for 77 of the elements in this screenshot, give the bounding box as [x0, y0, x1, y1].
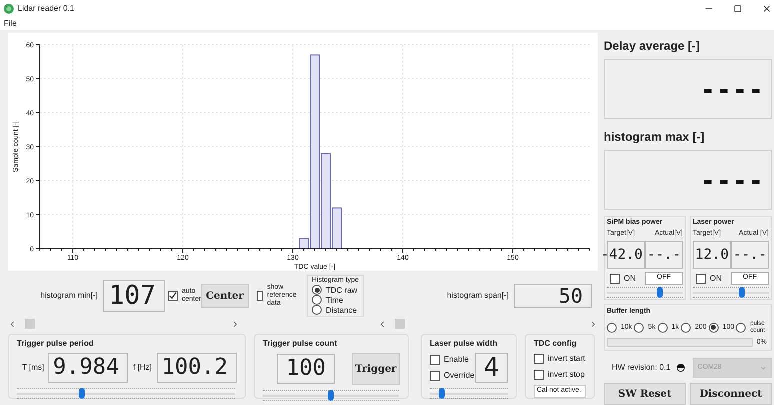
checkbox[interactable]: [430, 355, 440, 365]
scrollbar[interactable]: [378, 318, 598, 330]
hw-revision-label: HW revision: 0.1: [612, 362, 671, 374]
status-icon: [676, 364, 685, 372]
lcd-display: 4: [474, 353, 508, 383]
field-label: histogram min[-]: [40, 290, 98, 302]
slider-thumb[interactable]: [438, 388, 445, 399]
checkbox[interactable]: [168, 291, 178, 301]
radio-button[interactable]: [607, 322, 617, 332]
group-title: Laser pulse width: [430, 339, 499, 349]
lcd-display: ----: [604, 59, 772, 119]
display-title: Delay average [-]: [604, 38, 702, 55]
radio-button[interactable]: [312, 305, 322, 315]
scrollbar[interactable]: [8, 318, 240, 330]
lcd-display: 100.2: [157, 353, 237, 383]
group-title: TDC config: [534, 339, 578, 349]
lcd-display: --.-: [645, 241, 683, 269]
radio-button[interactable]: [312, 295, 322, 305]
group-title: Trigger pulse period: [17, 339, 95, 349]
checkbox-label: ON: [624, 272, 636, 284]
lcd-display: 100: [277, 354, 335, 384]
app-icon: [4, 4, 14, 14]
scroll-right-icon[interactable]: [231, 320, 240, 328]
action-button[interactable]: Disconnect: [690, 383, 772, 405]
lcd-display: ----: [604, 150, 772, 210]
checkbox-label: invert start: [548, 353, 586, 365]
menu-item[interactable]: File: [4, 18, 17, 30]
group-title: Trigger pulse count: [263, 339, 338, 349]
slider[interactable]: [693, 285, 769, 299]
maximize-icon[interactable]: [734, 5, 742, 13]
field-label: f [Hz]: [133, 362, 152, 374]
lcd-display: 107: [103, 280, 165, 312]
radio-button[interactable]: [681, 322, 692, 332]
scroll-thumb[interactable]: [395, 319, 405, 329]
radio-button[interactable]: [658, 322, 668, 332]
close-icon[interactable]: [762, 4, 772, 14]
lcd-display: 50: [514, 284, 592, 308]
checkbox[interactable]: [610, 274, 620, 284]
checkbox[interactable]: [696, 274, 706, 284]
window-title: Lidar reader 0.1: [18, 3, 74, 15]
lcd-display: 9.984: [48, 353, 128, 383]
checkbox-label: Enable: [444, 354, 469, 366]
slider[interactable]: [430, 386, 508, 400]
scroll-left-icon[interactable]: [8, 320, 17, 328]
checkbox[interactable]: [534, 370, 544, 380]
radio-button[interactable]: [708, 322, 719, 332]
action-button[interactable]: SW Reset: [604, 383, 686, 405]
scroll-left-icon[interactable]: [378, 320, 387, 328]
radio-button[interactable]: [736, 322, 746, 332]
center-button[interactable]: Center: [201, 284, 249, 308]
checkbox[interactable]: [534, 354, 544, 364]
radio-label: Time: [326, 296, 344, 304]
caret-icon: [760, 364, 767, 372]
field-label: histogram span[-]: [447, 290, 509, 302]
checkbox[interactable]: [257, 291, 264, 301]
radio-label: TDC raw: [326, 286, 358, 294]
radio-button[interactable]: [312, 285, 322, 295]
slider-thumb[interactable]: [657, 287, 664, 298]
checkbox-label: invert stop: [548, 369, 585, 381]
radio-label: Distance: [326, 306, 358, 314]
slider[interactable]: [263, 388, 399, 402]
slider-thumb[interactable]: [328, 390, 334, 401]
radio-button[interactable]: [634, 322, 644, 332]
checkbox-label: Override: [444, 370, 475, 382]
checkbox-label: ON: [710, 272, 722, 284]
scroll-right-icon[interactable]: [589, 320, 598, 328]
slider[interactable]: [17, 386, 235, 400]
scroll-thumb[interactable]: [25, 319, 35, 329]
field-label: T [ms]: [21, 362, 44, 374]
lcd-display: 12.0: [693, 241, 731, 269]
lcd-display: --.-: [731, 241, 769, 269]
checkbox[interactable]: [430, 371, 440, 381]
slider-thumb[interactable]: [739, 287, 746, 298]
trigger-button[interactable]: Trigger: [352, 353, 400, 385]
display-title: histogram max [-]: [604, 129, 706, 146]
slider-thumb[interactable]: [79, 388, 86, 399]
slider[interactable]: [607, 285, 683, 299]
